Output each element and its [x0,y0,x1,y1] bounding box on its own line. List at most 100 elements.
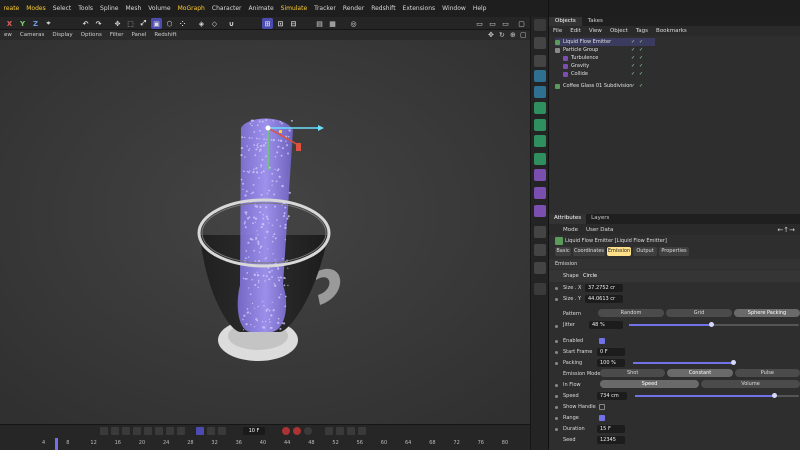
3d-viewport[interactable] [0,40,530,424]
size-y-field[interactable]: 44.0613 cr [585,295,623,303]
go-to-start-icon[interactable] [100,427,108,435]
texture-mode-icon[interactable]: ◇ [209,18,220,29]
speed-slider[interactable] [635,393,799,398]
redo-icon[interactable]: ↷ [93,18,104,29]
menu-item-spline[interactable]: Spline [100,5,118,12]
pen-icon[interactable] [534,283,546,295]
play-icon[interactable] [144,427,152,435]
effector-icon[interactable] [534,205,546,217]
menu-item-help[interactable]: Help [473,5,487,12]
mograph-icon[interactable] [534,135,546,147]
point-mode-icon[interactable]: ⁘ [177,18,188,29]
cube-icon[interactable] [534,37,546,49]
select-tool-icon[interactable]: ⬚ [125,18,136,29]
tab-attributes[interactable]: Attributes [549,214,587,224]
render-view-icon[interactable]: ▦ [327,18,338,29]
coordinate-system-icon[interactable]: ⌖ [43,18,54,29]
autokey-icon[interactable] [293,427,301,435]
object-menu-object[interactable]: Object [610,28,628,34]
size-x-field[interactable]: 37.2752 cr [585,284,623,292]
keyframe-dot-icon[interactable] [555,428,558,431]
axis-z-button[interactable]: Z [30,18,41,29]
enable-check-icon[interactable]: ✓ [639,55,643,61]
shape-value[interactable]: Circle [583,273,597,279]
keyframe-dot-icon[interactable] [555,384,558,387]
visibility-check-icon[interactable]: ✓ [631,55,635,61]
pan-icon[interactable]: ✥ [488,31,494,39]
field-icon[interactable] [534,153,546,165]
workplane-icon[interactable]: ⊡ [275,18,286,29]
menu-item-character[interactable]: Character [212,5,242,12]
maximize-view-icon[interactable]: ▢ [520,31,527,39]
jitter-slider-knob[interactable] [708,322,714,327]
bend-icon[interactable] [534,187,546,199]
jitter-field[interactable]: 48 % [589,321,623,329]
keyframe-dot-icon[interactable] [555,287,558,290]
record-icon[interactable] [282,427,290,435]
menu-item-volume[interactable]: Volume [148,5,170,12]
option-pulse[interactable]: Pulse [734,369,800,377]
light-icon[interactable] [534,262,546,274]
menu-item-redshift[interactable]: Redshift [371,5,395,12]
enabled-checkbox[interactable] [599,338,605,344]
render-region-icon[interactable]: ▤ [314,18,325,29]
tab-takes[interactable]: Takes [582,17,609,26]
object-name[interactable]: Collide [571,71,588,77]
viewport-menu-item-display[interactable]: Display [52,32,72,38]
zoom-icon[interactable]: ⊕ [510,31,516,39]
timeline-ruler[interactable]: 4 8 12 16 20 24 28 32 36 40 44 48 52 56 60 64 68 72 76 80 [0,439,530,450]
section-tab-coordinates[interactable]: Coordinates [573,247,605,256]
play-simulation-icon[interactable] [534,19,546,31]
scale-tool-icon[interactable]: ⤢ [138,18,149,29]
section-tab-properties[interactable]: Properties [659,247,689,256]
orbit-icon[interactable]: ↻ [499,31,505,39]
enable-check-icon[interactable]: ✓ [639,39,643,45]
tab-objects[interactable]: Objects [549,17,582,26]
next-key-icon[interactable] [166,427,174,435]
start-frame-field[interactable]: 0 F [597,348,625,356]
menu-item-tracker[interactable]: Tracker [314,5,336,12]
keyframe-dot-icon[interactable] [555,362,558,365]
magnet-icon[interactable]: ∪ [226,18,237,29]
speed-slider-knob[interactable] [772,393,778,398]
packing-slider-knob[interactable] [731,360,736,365]
edge-mode-icon[interactable]: ⬡ [164,18,175,29]
speed-field[interactable]: 734 cm [597,392,627,400]
keyframe-dot-icon[interactable] [555,340,558,343]
keyframe-dot-icon[interactable] [555,406,558,409]
menu-item-simulate[interactable]: Simulate [281,5,308,12]
menu-item-mesh[interactable]: Mesh [125,5,141,12]
render-picture-viewer-icon[interactable]: ▭ [474,18,485,29]
next-frame-icon[interactable] [155,427,163,435]
current-frame-field[interactable]: 10 F [243,427,265,435]
generator-icon[interactable] [534,70,546,82]
range-checkbox[interactable] [599,415,605,421]
duration-field[interactable]: 15 F [597,425,625,433]
menu-item-tools[interactable]: Tools [78,5,93,12]
packing-field[interactable]: 100 % [597,359,625,367]
attr-menu-mode[interactable]: Mode [563,227,578,233]
option-sphere-packing[interactable]: Sphere Packing [734,309,800,317]
enable-check-icon[interactable]: ✓ [639,63,643,69]
previous-key-icon[interactable] [111,427,119,435]
play-backward-icon[interactable] [133,427,141,435]
rotation-key-icon[interactable] [336,427,344,435]
render-queue-icon[interactable]: ▭ [500,18,511,29]
visibility-check-icon[interactable]: ✓ [631,71,635,77]
loop-icon[interactable] [196,427,204,435]
enable-check-icon[interactable]: ✓ [639,71,643,77]
polygon-mode-icon[interactable]: ▣ [151,18,162,29]
move-tool-icon[interactable]: ✥ [112,18,123,29]
keyframe-dot-icon[interactable] [555,325,558,328]
option-speed[interactable]: Speed [600,380,699,388]
deformer-icon[interactable] [534,169,546,181]
scale-key-icon[interactable] [347,427,355,435]
object-name[interactable]: Gravity [571,63,589,69]
object-name[interactable]: Liquid Flow Emitter [563,39,611,45]
render-settings-icon[interactable]: ◎ [348,18,359,29]
fps-icon[interactable] [207,427,215,435]
keyframe-dot-icon[interactable] [555,417,558,420]
object-name[interactable]: Coffee Glass 01 Subdivision [563,83,632,89]
param-key-icon[interactable] [358,427,366,435]
menu-item-extensions[interactable]: Extensions [403,5,436,12]
